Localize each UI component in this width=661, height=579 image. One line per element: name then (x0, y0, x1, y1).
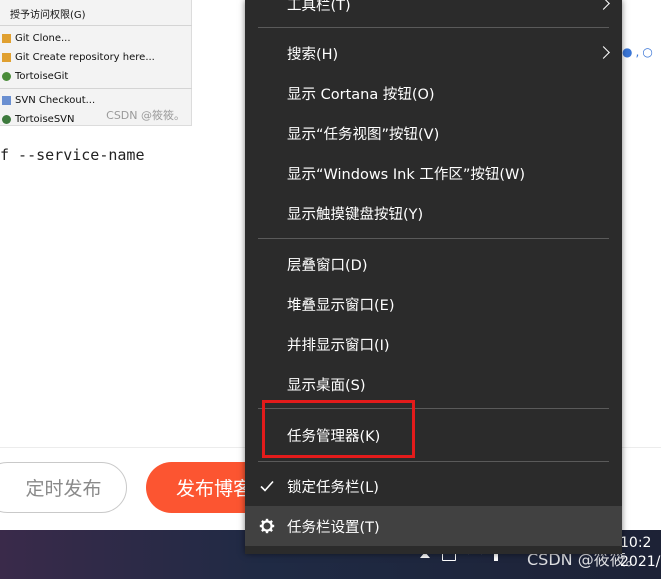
tortoisesvn-icon (2, 115, 11, 124)
csdn-watermark: CSDN @筱筱。 (106, 109, 185, 122)
menu-item-show-task-view[interactable]: 显示“任务视图”按钮(V) (245, 113, 622, 153)
git-icon (2, 34, 11, 43)
taskbar-context-menu: 工具栏(T) 搜索(H) 显示 Cortana 按钮(O) 显示“任务视图”按钮… (245, 0, 622, 554)
menu-separator (258, 27, 609, 28)
menu-item-toolbars[interactable]: 工具栏(T) (245, 0, 622, 24)
code-text: f --service-name (0, 146, 145, 164)
thumb-item-grant-access: 授予访问权限(G) (10, 10, 86, 21)
clock-date: 2021/ (620, 554, 661, 570)
thumb-separator (0, 25, 192, 26)
git-icon (2, 53, 11, 62)
chevron-right-icon (599, 45, 609, 61)
editor-side-icons: ● , ○ (622, 38, 661, 65)
menu-item-side-by-side[interactable]: 并排显示窗口(I) (245, 324, 622, 364)
thumb-item-tortoisegit: TortoiseGit (0, 67, 192, 86)
gear-icon (258, 517, 276, 535)
menu-item-show-cortana[interactable]: 显示 Cortana 按钮(O) (245, 73, 622, 113)
comma-icon: , (635, 44, 640, 59)
clock-time: 10:2 (620, 535, 652, 551)
tortoisegit-icon (2, 72, 11, 81)
menu-item-show-touch-keyboard[interactable]: 显示触摸键盘按钮(Y) (245, 193, 622, 233)
menu-item-taskbar-settings[interactable]: 任务栏设置(T) (245, 506, 622, 546)
thumb-separator (0, 88, 192, 89)
highlight-annotation-box (262, 400, 415, 458)
svn-icon (2, 96, 11, 105)
menu-separator (258, 238, 609, 239)
context-menu-screenshot: 授予访问权限(G) Git Clone... Git Create reposi… (0, 0, 192, 126)
menu-item-stack-windows[interactable]: 堆叠显示窗口(E) (245, 284, 622, 324)
circle-icon: ○ (642, 44, 653, 59)
menu-item-show-windows-ink[interactable]: 显示“Windows Ink 工作区”按钮(W) (245, 153, 622, 193)
menu-item-lock-taskbar[interactable]: 锁定任务栏(L) (245, 466, 622, 506)
dot-icon: ● (622, 44, 633, 59)
menu-item-cascade-windows[interactable]: 层叠窗口(D) (245, 244, 622, 284)
thumb-item-git-clone: Git Clone... (0, 29, 192, 48)
thumb-item-git-create: Git Create repository here... (0, 48, 192, 67)
checkmark-icon (258, 477, 276, 495)
menu-item-search[interactable]: 搜索(H) (245, 33, 622, 73)
menu-separator (258, 461, 609, 462)
chevron-right-icon (599, 0, 609, 12)
schedule-publish-button[interactable]: 定时发布 (0, 462, 127, 513)
taskbar-clock[interactable]: 10:2 2021/ (620, 534, 660, 572)
menu-item-show-desktop[interactable]: 显示桌面(S) (245, 364, 622, 404)
